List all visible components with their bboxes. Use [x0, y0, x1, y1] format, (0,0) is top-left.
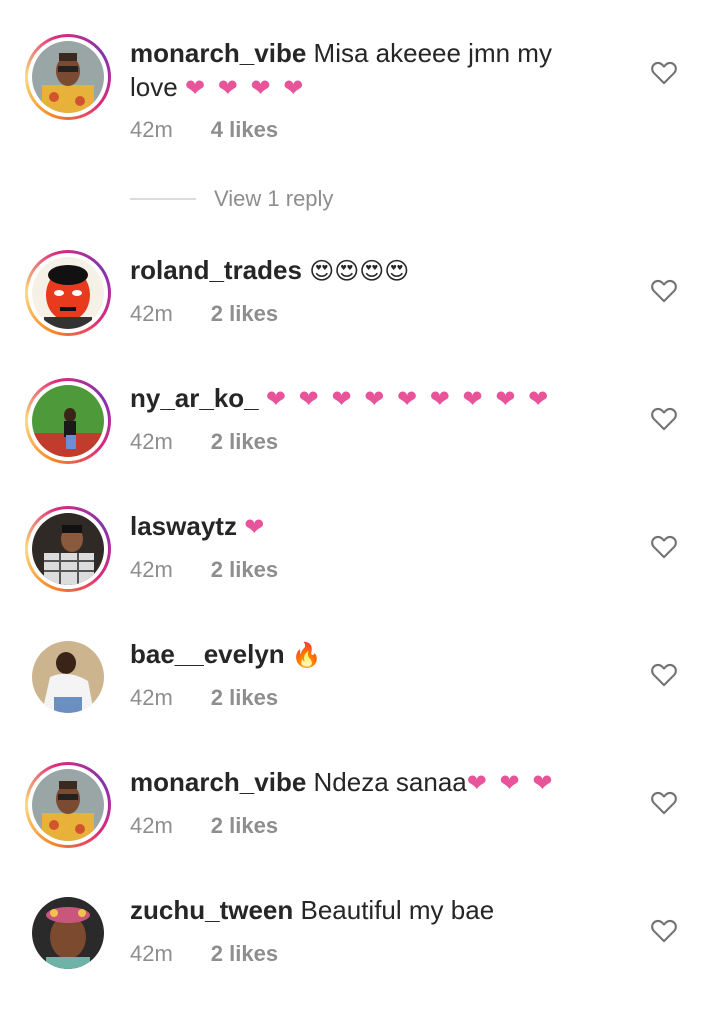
like-heart-icon[interactable] — [650, 59, 678, 85]
avatar[interactable] — [25, 634, 111, 720]
story-ring — [25, 506, 111, 592]
comment-emoji: 🔥 — [291, 642, 322, 669]
comment-likes[interactable]: 2 likes — [211, 813, 278, 838]
comment-time: 42m — [130, 685, 173, 710]
comment-likes[interactable]: 2 likes — [211, 557, 278, 582]
story-ring — [25, 762, 111, 848]
like-heart-icon[interactable] — [650, 405, 678, 431]
comment-text: bae__evelyn 🔥 — [130, 637, 600, 673]
story-ring — [25, 34, 111, 120]
avatar[interactable] — [25, 506, 111, 592]
comment-username[interactable]: ny_ar_ko_ — [130, 383, 259, 413]
comment-time: 42m — [130, 301, 173, 326]
comment-meta: 42m 2 likes — [130, 557, 278, 583]
comment-likes[interactable]: 2 likes — [211, 685, 278, 710]
comment-meta: 42m 2 likes — [130, 813, 278, 839]
comment-text: monarch_vibe Misa akeeee jmn my love ❤ ❤… — [130, 36, 600, 106]
comment-time: 42m — [130, 429, 173, 454]
comment-body: Beautiful my bae — [300, 895, 495, 925]
like-heart-icon[interactable] — [650, 661, 678, 687]
comment-username[interactable]: roland_trades — [130, 255, 302, 285]
story-ring — [25, 250, 111, 336]
like-heart-icon[interactable] — [650, 277, 678, 303]
like-heart-icon[interactable] — [650, 917, 678, 943]
avatar[interactable] — [25, 378, 111, 464]
comment-text: monarch_vibe Ndeza sanaa❤ ❤ ❤ — [130, 765, 600, 801]
comment-meta: 42m 4 likes — [130, 117, 278, 143]
comment-username[interactable]: monarch_vibe — [130, 38, 306, 68]
comment-emoji: ❤ ❤ ❤ ❤ — [184, 75, 307, 102]
avatar[interactable] — [25, 34, 111, 120]
comment-emoji: ❤ ❤ ❤ ❤ ❤ ❤ ❤ ❤ ❤ — [265, 386, 552, 413]
comment-body: Ndeza sanaa — [313, 767, 467, 797]
comment-username[interactable]: zuchu_tween — [130, 895, 293, 925]
comment-meta: 42m 2 likes — [130, 685, 278, 711]
comment-emoji: 😍😍😍😍 — [309, 258, 410, 285]
comment-meta: 42m 2 likes — [130, 301, 278, 327]
comment-time: 42m — [130, 813, 173, 838]
avatar[interactable] — [25, 250, 111, 336]
comment-time: 42m — [130, 557, 173, 582]
comment-emoji: ❤ ❤ ❤ — [466, 770, 556, 797]
comment-likes[interactable]: 4 likes — [211, 117, 278, 142]
view-replies-button[interactable]: View 1 reply — [130, 184, 333, 214]
story-ring — [25, 378, 111, 464]
comment-meta: 42m 2 likes — [130, 941, 278, 967]
like-heart-icon[interactable] — [650, 789, 678, 815]
comment-likes[interactable]: 2 likes — [211, 429, 278, 454]
comment-likes[interactable]: 2 likes — [211, 941, 278, 966]
comment-likes[interactable]: 2 likes — [211, 301, 278, 326]
comment-time: 42m — [130, 941, 173, 966]
reply-divider — [130, 198, 196, 200]
comment-text: zuchu_tween Beautiful my bae — [130, 893, 600, 927]
comment-meta: 42m 2 likes — [130, 429, 278, 455]
like-heart-icon[interactable] — [650, 533, 678, 559]
comment-text: ny_ar_ko_ ❤ ❤ ❤ ❤ ❤ ❤ ❤ ❤ ❤ — [130, 381, 600, 417]
comment-username[interactable]: bae__evelyn — [130, 639, 285, 669]
avatar[interactable] — [25, 890, 111, 976]
comment-text: laswaytz ❤ — [130, 509, 600, 545]
avatar[interactable] — [25, 762, 111, 848]
comment-text: roland_trades 😍😍😍😍 — [130, 253, 600, 289]
comment-time: 42m — [130, 117, 173, 142]
comment-username[interactable]: laswaytz — [130, 511, 237, 541]
view-replies-label: View 1 reply — [214, 186, 334, 211]
comment-emoji: ❤ — [244, 514, 268, 541]
comment-username[interactable]: monarch_vibe — [130, 767, 306, 797]
